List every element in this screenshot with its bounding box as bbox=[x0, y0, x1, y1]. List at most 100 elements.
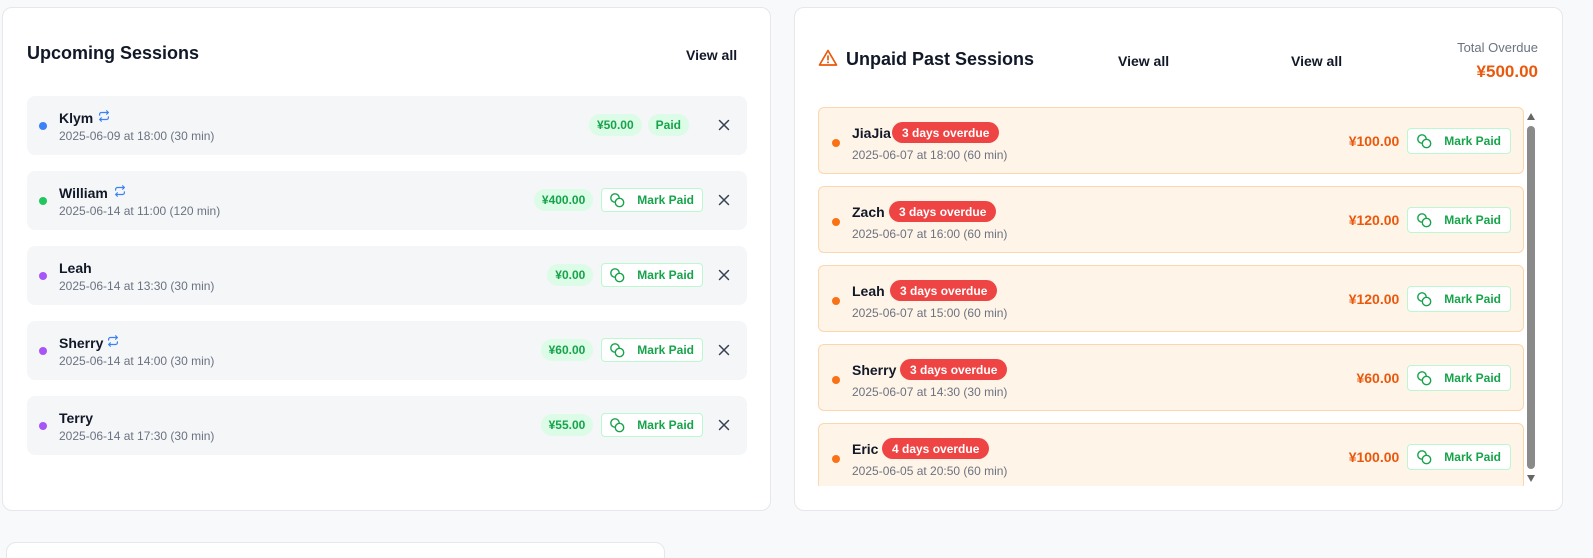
upcoming-session-row[interactable]: William 2025-06-14 at 11:00 (120 min) ¥4… bbox=[27, 171, 747, 230]
mark-paid-button[interactable]: Mark Paid bbox=[601, 338, 703, 362]
close-icon[interactable] bbox=[717, 418, 731, 432]
overdue-badge: 3 days overdue bbox=[889, 201, 997, 222]
scrollbar-thumb[interactable] bbox=[1527, 126, 1535, 469]
unpaid-session-row[interactable]: JiaJia 3 days overdue 2025-06-07 at 18:0… bbox=[818, 107, 1524, 174]
client-name: Zach bbox=[852, 204, 885, 220]
session-actions: ¥100.00 Mark Paid bbox=[1349, 444, 1511, 470]
price-badge: ¥400.00 bbox=[533, 189, 594, 211]
session-time: 2025-06-07 at 14:30 (30 min) bbox=[852, 385, 1008, 399]
close-icon[interactable] bbox=[717, 118, 731, 132]
status-dot bbox=[39, 422, 47, 430]
session-time: 2025-06-07 at 18:00 (60 min) bbox=[852, 148, 1008, 162]
session-time: 2025-06-07 at 16:00 (60 min) bbox=[852, 227, 1008, 241]
coins-icon bbox=[610, 343, 625, 358]
next-card-partial bbox=[6, 542, 665, 558]
amount-due: ¥120.00 bbox=[1348, 212, 1400, 228]
client-name: JiaJia bbox=[852, 125, 891, 141]
status-dot bbox=[39, 197, 47, 205]
mark-paid-button[interactable]: Mark Paid bbox=[1407, 207, 1511, 233]
price-badge: ¥50.00 bbox=[588, 114, 642, 136]
coins-icon bbox=[1417, 213, 1432, 228]
status-dot bbox=[39, 272, 47, 280]
coins-icon bbox=[1417, 450, 1432, 465]
total-overdue-value: ¥500.00 bbox=[1476, 62, 1538, 81]
close-icon[interactable] bbox=[717, 268, 731, 282]
client-name: Klym bbox=[59, 110, 94, 126]
status-dot bbox=[832, 376, 840, 384]
amount-due: ¥100.00 bbox=[1348, 449, 1400, 465]
status-dot bbox=[832, 455, 840, 463]
unpaid-session-row[interactable]: Zach 3 days overdue 2025-06-07 at 16:00 … bbox=[818, 186, 1524, 253]
session-time: 2025-06-14 at 11:00 (120 min) bbox=[59, 204, 221, 218]
upcoming-sessions-title: Upcoming Sessions bbox=[27, 43, 200, 63]
mark-paid-button[interactable]: Mark Paid bbox=[601, 413, 703, 437]
session-time: 2025-06-14 at 17:30 (30 min) bbox=[59, 429, 215, 443]
session-actions: ¥120.00 Mark Paid bbox=[1349, 286, 1511, 312]
scroll-down-arrow-icon[interactable] bbox=[1527, 475, 1535, 482]
session-actions: ¥60.00 Mark Paid bbox=[1356, 365, 1511, 391]
status-dot bbox=[832, 139, 840, 147]
status-dot bbox=[39, 122, 47, 130]
mark-paid-button[interactable]: Mark Paid bbox=[1407, 444, 1511, 470]
close-icon[interactable] bbox=[717, 343, 731, 357]
session-actions: ¥400.00 Mark Paid bbox=[533, 188, 735, 212]
client-name: Sherry bbox=[852, 362, 897, 378]
mark-paid-label: Mark Paid bbox=[1444, 134, 1501, 148]
unpaid-view-all-button-2[interactable]: View all bbox=[1291, 53, 1342, 69]
session-time: 2025-06-07 at 15:00 (60 min) bbox=[852, 306, 1008, 320]
session-actions: ¥55.00 Mark Paid bbox=[540, 413, 735, 437]
price-badge: ¥0.00 bbox=[547, 264, 594, 286]
status-dot bbox=[832, 218, 840, 226]
mark-paid-button[interactable]: Mark Paid bbox=[601, 188, 703, 212]
overdue-badge: 3 days overdue bbox=[900, 359, 1008, 380]
repeat-icon bbox=[108, 335, 118, 347]
upcoming-session-row[interactable]: Terry 2025-06-14 at 17:30 (30 min) ¥55.0… bbox=[27, 396, 747, 455]
warning-triangle-icon bbox=[818, 49, 838, 66]
mark-paid-button[interactable]: Mark Paid bbox=[1407, 365, 1511, 391]
scroll-up-arrow-icon[interactable] bbox=[1527, 113, 1535, 120]
session-actions: ¥50.00 Paid bbox=[588, 113, 735, 137]
upcoming-sessions-card: Upcoming Sessions View all Klym 2025-06-… bbox=[2, 7, 771, 511]
close-icon[interactable] bbox=[717, 193, 731, 207]
unpaid-view-all-button[interactable]: View all bbox=[1118, 53, 1169, 69]
mark-paid-label: Mark Paid bbox=[1444, 450, 1501, 464]
client-name: Sherry bbox=[59, 335, 104, 351]
repeat-icon bbox=[99, 110, 109, 122]
overdue-badge: 3 days overdue bbox=[890, 280, 998, 301]
unpaid-sessions-list[interactable]: JiaJia 3 days overdue 2025-06-07 at 18:0… bbox=[818, 107, 1525, 486]
upcoming-session-row[interactable]: Klym 2025-06-09 at 18:00 (30 min) ¥50.00… bbox=[27, 96, 747, 155]
mark-paid-label: Mark Paid bbox=[1444, 371, 1501, 385]
mark-paid-button[interactable]: Mark Paid bbox=[1407, 286, 1511, 312]
client-name: William bbox=[59, 185, 108, 201]
client-name: Terry bbox=[59, 410, 93, 426]
total-overdue-label: Total Overdue bbox=[1457, 40, 1538, 55]
repeat-icon bbox=[115, 185, 125, 197]
unpaid-session-row[interactable]: Sherry 3 days overdue 2025-06-07 at 14:3… bbox=[818, 344, 1524, 411]
session-time: 2025-06-09 at 18:00 (30 min) bbox=[59, 129, 215, 143]
unpaid-session-row[interactable]: Leah 3 days overdue 2025-06-07 at 15:00 … bbox=[818, 265, 1524, 332]
upcoming-session-row[interactable]: Sherry 2025-06-14 at 14:00 (30 min) ¥60.… bbox=[27, 321, 747, 380]
paid-badge: Paid bbox=[647, 114, 689, 136]
unpaid-session-row[interactable]: Eric 4 days overdue 2025-06-05 at 20:50 … bbox=[818, 423, 1524, 486]
price-badge: ¥60.00 bbox=[540, 339, 594, 361]
coins-icon bbox=[1417, 134, 1432, 149]
unpaid-sessions-title: Unpaid Past Sessions bbox=[846, 49, 1035, 69]
amount-due: ¥120.00 bbox=[1348, 291, 1400, 307]
mark-paid-button[interactable]: Mark Paid bbox=[601, 263, 703, 287]
overdue-badge: 4 days overdue bbox=[882, 438, 990, 459]
status-dot bbox=[832, 297, 840, 305]
client-name: Eric bbox=[852, 441, 879, 457]
session-actions: ¥100.00 Mark Paid bbox=[1349, 128, 1511, 154]
session-actions: ¥60.00 Mark Paid bbox=[540, 338, 735, 362]
coins-icon bbox=[610, 193, 625, 208]
upcoming-view-all-button[interactable]: View all bbox=[686, 47, 737, 63]
upcoming-session-row[interactable]: Leah 2025-06-14 at 13:30 (30 min) ¥0.00 … bbox=[27, 246, 747, 305]
client-name: Leah bbox=[59, 260, 92, 276]
unpaid-list-scrollbar[interactable] bbox=[1526, 110, 1536, 486]
amount-due: ¥60.00 bbox=[1356, 370, 1400, 386]
mark-paid-button[interactable]: Mark Paid bbox=[1407, 128, 1511, 154]
coins-icon bbox=[610, 418, 625, 433]
coins-icon bbox=[1417, 371, 1432, 386]
coins-icon bbox=[610, 268, 625, 283]
status-dot bbox=[39, 347, 47, 355]
